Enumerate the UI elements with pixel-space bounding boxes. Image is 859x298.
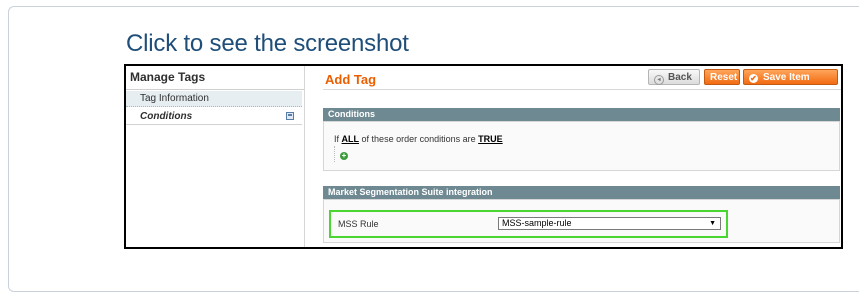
sidebar-title: Manage Tags (130, 70, 206, 84)
screenshot-image[interactable]: Manage Tags Tag Information Conditions A… (124, 64, 843, 249)
add-condition-icon[interactable]: + (340, 152, 348, 160)
mss-rule-select[interactable]: MSS-sample-rule ▼ (498, 217, 721, 230)
aggregator-link[interactable]: ALL (342, 134, 360, 144)
screenshot-caption-link[interactable]: Click to see the screenshot (126, 30, 409, 58)
sidebar-divider (126, 89, 304, 90)
save-disk-icon (286, 112, 294, 120)
sidebar-item-conditions[interactable]: Conditions (126, 108, 302, 125)
conditions-statement: If ALL of these order conditions are TRU… (334, 134, 503, 144)
page-title: Add Tag (325, 72, 377, 87)
back-button-label: Back (668, 72, 692, 83)
title-divider (323, 89, 841, 90)
save-button-label: Save Item (763, 72, 810, 83)
check-circle-icon: ✔ (749, 74, 758, 83)
mss-rule-selected-value: MSS-sample-rule (502, 218, 572, 228)
condition-tree-line (334, 146, 335, 162)
save-item-button[interactable]: ✔ Save Item (743, 69, 838, 85)
dropdown-arrow-icon: ▼ (709, 220, 716, 227)
mss-rule-label: MSS Rule (338, 219, 379, 229)
conditions-section-body (323, 121, 840, 171)
reset-button[interactable]: Reset (704, 69, 740, 85)
back-button[interactable]: ◂ Back (648, 69, 700, 85)
back-arrow-icon: ◂ (654, 75, 664, 85)
value-link[interactable]: TRUE (478, 134, 503, 144)
conditions-section-header: Conditions (323, 108, 840, 121)
sidebar: Manage Tags Tag Information Conditions (126, 66, 305, 247)
conditions-prefix: If (334, 134, 340, 144)
conditions-middle: of these order conditions are (361, 134, 476, 144)
mss-section-header: Market Segmentation Suite integration (323, 186, 840, 199)
sidebar-item-tag-information[interactable]: Tag Information (126, 91, 302, 107)
